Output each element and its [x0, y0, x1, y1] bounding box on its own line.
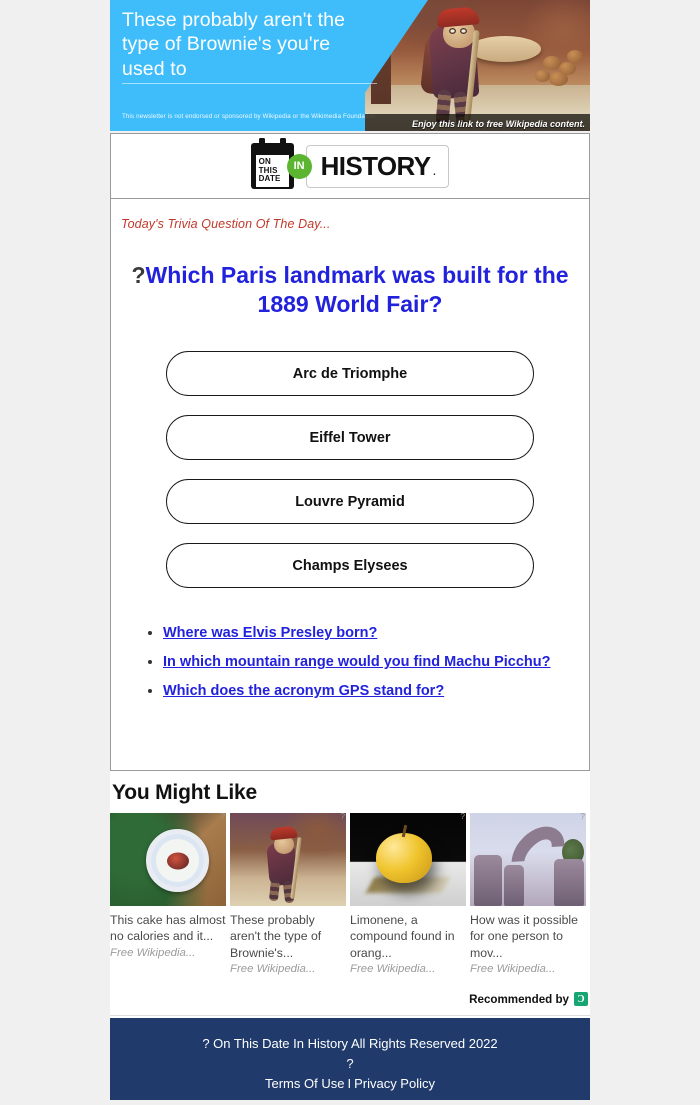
recommendation-title-4[interactable]: How was it possible for one person to mo…: [470, 912, 586, 961]
you-might-like-section: You Might Like ? This cake has almost no…: [110, 771, 590, 1018]
recommendation-title-2[interactable]: These probably aren't the type of Browni…: [230, 912, 346, 961]
answer-option-2[interactable]: Eiffel Tower: [166, 415, 534, 461]
privacy-policy-link[interactable]: Privacy Policy: [354, 1076, 435, 1091]
recommendation-thumbnail-4[interactable]: ?: [470, 813, 586, 906]
footer-separator: I: [347, 1076, 352, 1092]
more-question-link-2[interactable]: In which mountain range would you find M…: [163, 654, 550, 670]
recommendation-cards: ? This cake has almost no calories and i…: [110, 813, 590, 975]
section-divider: [110, 1015, 590, 1016]
list-item: In which mountain range would you find M…: [163, 649, 589, 675]
recommended-by-attribution[interactable]: Recommended by Ɔ: [469, 992, 588, 1006]
list-item[interactable]: ? This cake has almost no calories and i…: [110, 813, 226, 975]
ad-disclaimer: This newsletter is not endorsed or spons…: [122, 113, 378, 120]
you-might-like-title: You Might Like: [112, 781, 257, 804]
thumbnail-marker: ?: [460, 813, 465, 821]
footer: ? On This Date In History All Rights Res…: [110, 1018, 590, 1100]
sponsored-ad-banner[interactable]: These probably aren't the type of Browni…: [110, 0, 590, 131]
brand-header: ON THIS DATE IN HISTORY .: [110, 133, 590, 198]
recommendation-thumbnail-3[interactable]: ?: [350, 813, 466, 906]
ad-headline: These probably aren't the type of Browni…: [122, 9, 346, 80]
answer-option-3[interactable]: Louvre Pyramid: [166, 479, 534, 525]
recommendation-thumbnail-2[interactable]: ?: [230, 813, 346, 906]
recommendation-source-2: Free Wikipedia...: [230, 963, 316, 976]
question-mark-glyph: ?: [131, 262, 146, 288]
terms-of-use-link[interactable]: Terms Of Use: [265, 1076, 344, 1091]
brand-dot: .: [432, 161, 437, 178]
thumbnail-marker: ?: [220, 813, 225, 821]
question-text: Which Paris landmark was built for the 1…: [145, 262, 569, 318]
list-item[interactable]: ? These probably aren't the type of Brow…: [230, 813, 346, 975]
recommendation-title-1[interactable]: This cake has almost no calories and it.…: [110, 912, 226, 945]
answer-option-1[interactable]: Arc de Triomphe: [166, 351, 534, 397]
list-item: Which does the acronym GPS stand for?: [163, 678, 589, 704]
recommendation-source-1: Free Wikipedia...: [110, 946, 196, 959]
calendar-line-3: DATE: [258, 174, 281, 184]
recommended-by-label: Recommended by: [469, 992, 569, 1006]
footer-middle-mark: ?: [346, 1056, 354, 1072]
logo[interactable]: ON THIS DATE IN HISTORY .: [250, 138, 450, 189]
brand-name-box: HISTORY .: [305, 144, 450, 188]
ad-divider-rule: [122, 83, 377, 84]
trivia-question: ?Which Paris landmark was built for the …: [129, 261, 571, 319]
in-badge: IN: [286, 153, 312, 179]
outbrain-logo-icon: Ɔ: [574, 992, 588, 1006]
ad-caption: Enjoy this link to free Wikipedia conten…: [412, 118, 585, 129]
recommendation-thumbnail-1[interactable]: ?: [110, 813, 226, 906]
footer-copyright: ? On This Date In History All Rights Res…: [202, 1036, 498, 1051]
list-item[interactable]: ? Limonene, a compound found in orang...…: [350, 813, 466, 975]
email-page: These probably aren't the type of Browni…: [0, 0, 700, 1105]
recommendation-source-4: Free Wikipedia...: [470, 963, 556, 976]
more-question-link-1[interactable]: Where was Elvis Presley born?: [163, 625, 377, 641]
answer-option-4[interactable]: Champs Elysees: [166, 543, 534, 589]
thumbnail-marker: ?: [580, 813, 585, 821]
recommendation-title-3[interactable]: Limonene, a compound found in orang...: [350, 912, 466, 961]
more-questions-list: Where was Elvis Presley born? In which m…: [111, 620, 589, 704]
list-item[interactable]: ? How was it possible for one person to …: [470, 813, 586, 975]
brand-name: HISTORY: [320, 150, 432, 181]
footer-legal-links: Terms Of Use I Privacy Policy: [110, 1074, 590, 1094]
thumbnail-marker: ?: [340, 813, 345, 821]
trivia-label: Today's Trivia Question Of The Day...: [121, 217, 331, 231]
recommendation-source-3: Free Wikipedia...: [350, 963, 436, 976]
answer-options: Arc de Triomphe Eiffel Tower Louvre Pyra…: [111, 351, 589, 589]
trivia-content-card: Today's Trivia Question Of The Day... ?W…: [110, 198, 590, 771]
list-item: Where was Elvis Presley born?: [163, 620, 589, 646]
more-question-link-3[interactable]: Which does the acronym GPS stand for?: [163, 683, 444, 699]
